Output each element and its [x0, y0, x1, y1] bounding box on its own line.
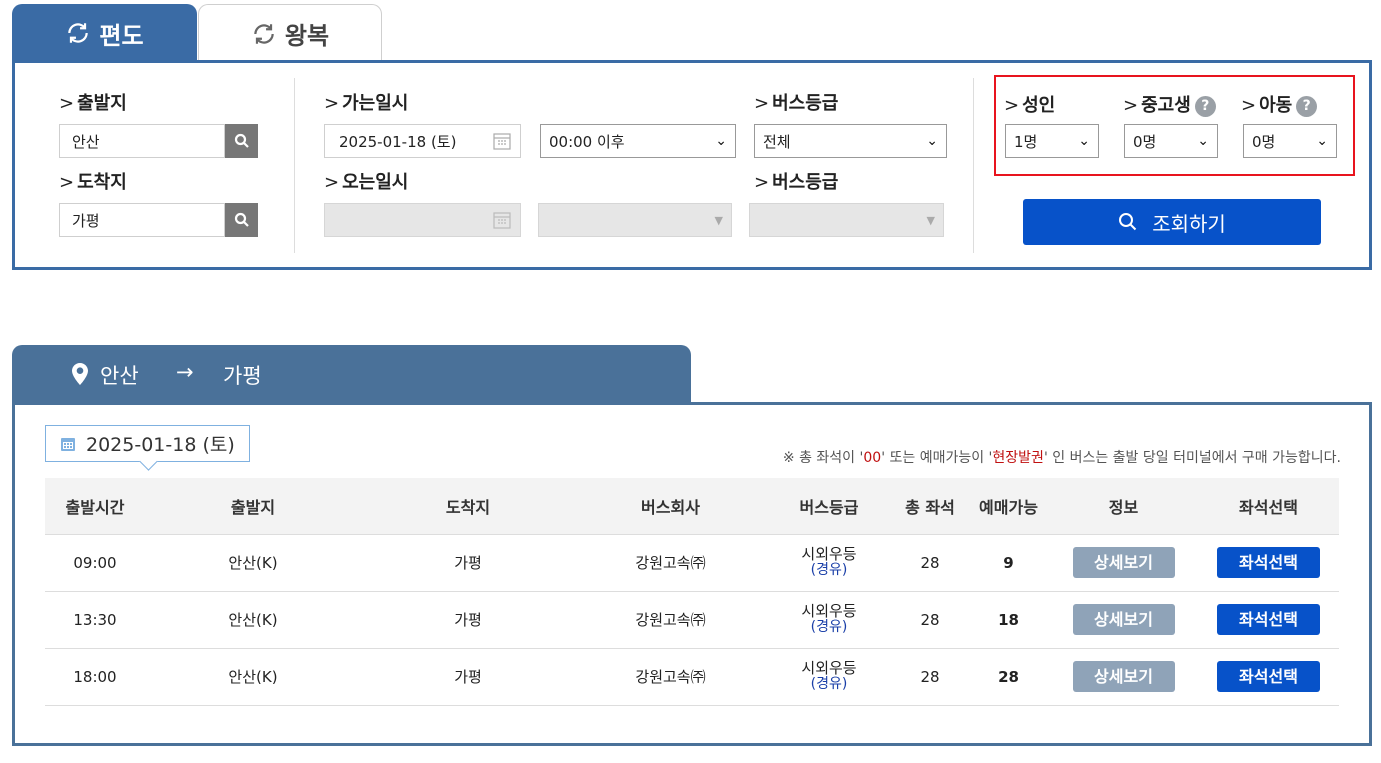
bus-company: 강원고속㈜: [575, 648, 766, 706]
arrival-terminal: 가평: [361, 591, 575, 649]
lookup-button[interactable]: 조회하기: [1023, 199, 1321, 245]
detail-button[interactable]: 상세보기: [1072, 547, 1175, 578]
bus-grade: 시외우등 (경유): [766, 648, 892, 706]
table-row: 18:00 안산(K) 가평 강원고속㈜ 시외우등 (경유) 28 28 상세보기…: [45, 648, 1339, 706]
purchase-notice: ※ 총 좌석이 '00' 또는 예매가능이 '현장발권' 인 버스는 출발 당일…: [782, 450, 1341, 466]
search-icon: [234, 212, 249, 227]
results-panel: 2025-01-18 (토) ※ 총 좌석이 '00' 또는 예매가능이 '현장…: [12, 402, 1372, 746]
student-label: > 중고생?: [1123, 91, 1216, 117]
departure-time: 09:00: [45, 534, 145, 592]
departure-terminal: 안산(K): [145, 534, 361, 592]
child-label: > 아동?: [1241, 91, 1318, 117]
bus-grade: 시외우등 (경유): [766, 591, 892, 649]
arrival-label: > 도착지: [59, 172, 127, 193]
adult-count-select[interactable]: 1명 ⌄: [1005, 124, 1099, 158]
seat-select-button[interactable]: 좌석선택: [1217, 661, 1320, 692]
bus-grade: 시외우등 (경유): [766, 534, 892, 592]
column-header: 정보: [1049, 478, 1198, 535]
departure-label: > 출발지: [59, 93, 127, 114]
chevron-down-icon: ⌄: [1197, 133, 1209, 149]
departure-input[interactable]: 안산: [59, 124, 225, 158]
chevron-down-icon: ⌄: [715, 133, 727, 149]
child-count-select[interactable]: 0명 ⌄: [1243, 124, 1337, 158]
available-seats: 28: [968, 648, 1049, 706]
table-row: 09:00 안산(K) 가평 강원고속㈜ 시외우등 (경유) 28 9 상세보기 …: [45, 534, 1339, 592]
chevron-down-icon: ⌄: [1078, 133, 1090, 149]
total-seats: 28: [892, 591, 968, 649]
route-from: 안산: [100, 364, 139, 388]
total-seats: 28: [892, 534, 968, 592]
arrival-input[interactable]: 가평: [59, 203, 225, 237]
go-time-select[interactable]: 00:00 이후 ⌄: [540, 124, 736, 158]
calendar-icon: [493, 212, 511, 229]
calendar-icon: [61, 437, 75, 451]
help-icon[interactable]: ?: [1296, 95, 1318, 117]
calendar-icon: [493, 133, 511, 150]
column-header: 도착지: [361, 478, 575, 535]
go-date-label: > 가는일시: [324, 93, 409, 114]
column-header: 예매가능: [968, 478, 1049, 535]
available-seats: 9: [968, 534, 1049, 592]
student-count-select[interactable]: 0명 ⌄: [1124, 124, 1218, 158]
departure-time: 18:00: [45, 648, 145, 706]
arrival-terminal: 가평: [361, 648, 575, 706]
caret-down-icon: ▼: [926, 213, 935, 227]
divider: [973, 78, 974, 253]
go-date-input[interactable]: 2025-01-18 (토): [324, 124, 521, 158]
tab-round-trip[interactable]: 왕복: [198, 4, 382, 62]
tab-round-trip-label: 왕복: [284, 22, 330, 50]
column-header: 버스등급: [766, 478, 892, 535]
tab-one-way-label: 편도: [99, 21, 144, 50]
departure-search-button[interactable]: [225, 124, 258, 158]
table-row: 13:30 안산(K) 가평 강원고속㈜ 시외우등 (경유) 28 18 상세보기…: [45, 591, 1339, 649]
arrow-right-icon: →: [176, 360, 194, 384]
chevron-down-icon: ⌄: [1316, 133, 1328, 149]
total-seats: 28: [892, 648, 968, 706]
adult-label: > 성인: [1004, 95, 1056, 116]
seat-select-button[interactable]: 좌석선택: [1217, 547, 1320, 578]
column-header: 출발시간: [45, 478, 145, 535]
bus-grade-select[interactable]: 전체 ⌄: [754, 124, 947, 158]
chevron-down-icon: ⌄: [926, 133, 938, 149]
return-time-select[interactable]: ▼: [538, 203, 732, 237]
arrival-terminal: 가평: [361, 534, 575, 592]
tab-one-way[interactable]: 편도: [12, 4, 197, 62]
bus-schedule-table: 출발시간 출발지 도착지 버스회사 버스등급 총 좌석 예매가능 정보 좌석선택…: [45, 478, 1339, 706]
return-bus-grade-select[interactable]: ▼: [749, 203, 944, 237]
divider: [294, 78, 295, 253]
column-header: 버스회사: [575, 478, 766, 535]
location-pin-icon: [72, 363, 88, 385]
bus-company: 강원고속㈜: [575, 534, 766, 592]
departure-terminal: 안산(K): [145, 591, 361, 649]
departure-time: 13:30: [45, 591, 145, 649]
bus-grade-label: > 버스등급: [754, 93, 839, 114]
arrival-search-button[interactable]: [225, 203, 258, 237]
help-icon[interactable]: ?: [1194, 95, 1216, 117]
table-header-row: 출발시간 출발지 도착지 버스회사 버스등급 총 좌석 예매가능 정보 좌석선택: [45, 478, 1339, 535]
available-seats: 18: [968, 591, 1049, 649]
bus-company: 강원고속㈜: [575, 591, 766, 649]
seat-select-button[interactable]: 좌석선택: [1217, 604, 1320, 635]
detail-button[interactable]: 상세보기: [1072, 604, 1175, 635]
search-panel: > 출발지 안산 > 도착지 가평 > 가는일시 2025-01-18 (토) 00:…: [12, 60, 1372, 270]
column-header: 총 좌석: [892, 478, 968, 535]
search-icon: [1119, 213, 1137, 231]
return-date-input[interactable]: [324, 203, 521, 237]
refresh-icon: [254, 23, 274, 44]
search-icon: [234, 133, 249, 148]
result-date-badge: 2025-01-18 (토): [45, 425, 250, 462]
route-to: 가평: [223, 364, 262, 388]
departure-terminal: 안산(K): [145, 648, 361, 706]
return-date-label: > 오는일시: [324, 172, 409, 193]
column-header: 좌석선택: [1198, 478, 1339, 535]
refresh-icon: [68, 23, 89, 43]
return-bus-grade-label: > 버스등급: [754, 172, 839, 193]
column-header: 출발지: [145, 478, 361, 535]
detail-button[interactable]: 상세보기: [1072, 661, 1175, 692]
route-header: 안산 → 가평: [12, 345, 691, 403]
caret-down-icon: ▼: [714, 213, 723, 227]
